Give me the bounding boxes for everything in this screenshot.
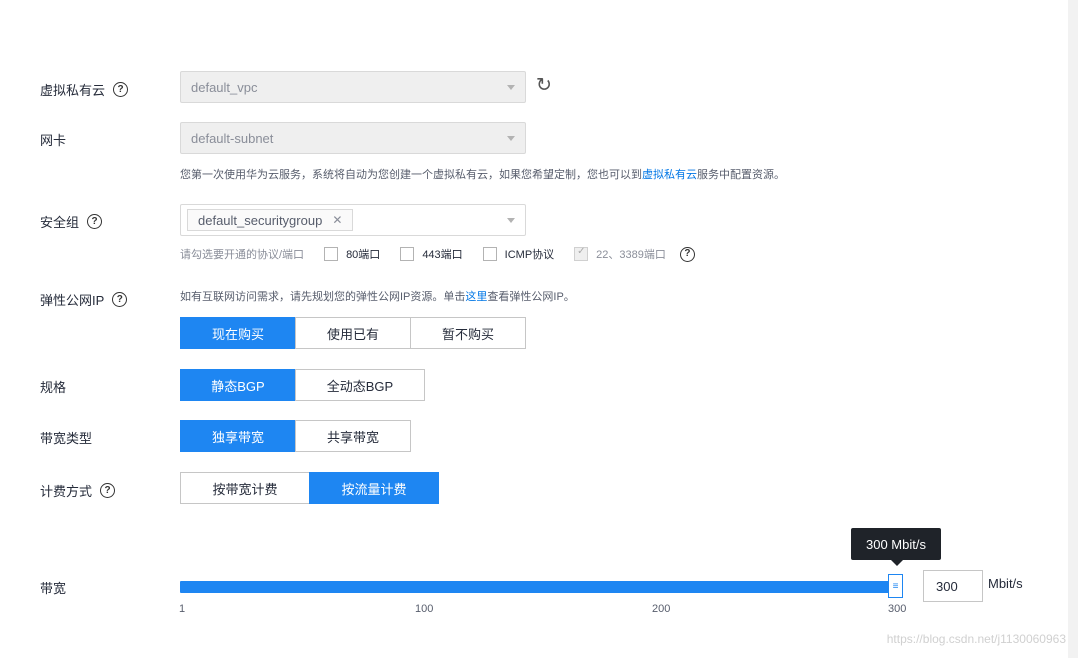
vpc-select[interactable]: default_vpc: [180, 71, 526, 103]
checkbox-icmp[interactable]: [482, 247, 497, 261]
bandwidth-type-options: 独享带宽 共享带宽: [180, 420, 411, 452]
nic-label: 网卡: [40, 133, 67, 148]
nic-select-value: default-subnet: [191, 130, 274, 146]
spec-static-bgp-button[interactable]: 静态BGP: [180, 369, 296, 401]
security-group-tag: default_securitygroup ✕: [187, 209, 354, 231]
slider-tick: 1: [179, 603, 186, 615]
vpc-label: 虚拟私有云 ?: [40, 80, 129, 99]
bandwidth-tooltip: 300 Mbit/s: [851, 528, 941, 566]
refresh-icon[interactable]: ↻: [536, 74, 552, 97]
eip-options: 现在购买 使用已有 暂不购买: [180, 317, 526, 349]
help-icon[interactable]: ?: [113, 82, 129, 97]
eip-label: 弹性公网IP ?: [40, 290, 128, 309]
bandwidth-dedicated-button[interactable]: 独享带宽: [180, 420, 296, 452]
watermark: https://blog.csdn.net/j1130060963: [886, 632, 1066, 646]
checkbox-80[interactable]: [324, 247, 339, 261]
slider-handle[interactable]: ≡: [888, 574, 903, 598]
help-icon[interactable]: ?: [100, 483, 116, 498]
chevron-down-icon: [507, 136, 515, 141]
help-icon[interactable]: ?: [112, 292, 128, 307]
bandwidth-type-label: 带宽类型: [40, 431, 93, 446]
bandwidth-unit: Mbit/s: [988, 576, 1023, 591]
scrollbar[interactable]: [1068, 0, 1078, 658]
billing-label: 计费方式 ?: [40, 481, 116, 500]
slider-tick: 200: [652, 603, 671, 615]
vpc-select-value: default_vpc: [191, 79, 258, 95]
help-icon[interactable]: ?: [87, 214, 103, 229]
port-checks: 请勾选要开通的协议/端口 80端口 443端口 ICMP协议 22、3389端口…: [180, 246, 695, 262]
security-group-label: 安全组 ?: [40, 212, 103, 231]
slider-tick: 300: [888, 603, 907, 615]
vpc-link[interactable]: 虚拟私有云: [642, 169, 697, 181]
eip-buy-now-button[interactable]: 现在购买: [180, 317, 296, 349]
nic-select[interactable]: default-subnet: [180, 122, 526, 154]
checkbox-22-3389: [574, 246, 589, 261]
spec-options: 静态BGP 全动态BGP: [180, 369, 425, 401]
slider-tick: 100: [415, 603, 434, 615]
billing-options: 按带宽计费 按流量计费: [180, 472, 439, 504]
eip-use-existing-button[interactable]: 使用已有: [295, 317, 411, 349]
bandwidth-input[interactable]: 300: [923, 570, 983, 602]
chevron-down-icon: [507, 85, 515, 90]
spec-dynamic-bgp-button[interactable]: 全动态BGP: [295, 369, 425, 401]
security-group-select[interactable]: default_securitygroup ✕: [180, 204, 526, 236]
checkbox-443[interactable]: [400, 247, 415, 261]
billing-by-bandwidth-button[interactable]: 按带宽计费: [180, 472, 310, 504]
help-icon[interactable]: ?: [679, 246, 695, 262]
spec-label: 规格: [40, 380, 67, 395]
eip-link[interactable]: 这里: [465, 291, 487, 303]
close-icon[interactable]: ✕: [332, 213, 342, 227]
nic-hint: 您第一次使用华为云服务，系统将自动为您创建一个虚拟私有云，如果您希望定制，您也可…: [180, 169, 785, 181]
eip-hint: 如有互联网访问需求，请先规划您的弹性公网IP资源。单击这里查看弹性公网IP。: [180, 291, 575, 303]
bandwidth-label: 带宽: [40, 581, 67, 596]
billing-by-traffic-button[interactable]: 按流量计费: [309, 472, 439, 504]
eip-skip-button[interactable]: 暂不购买: [410, 317, 526, 349]
chevron-down-icon: [507, 218, 515, 223]
bandwidth-shared-button[interactable]: 共享带宽: [295, 420, 411, 452]
bandwidth-slider-track[interactable]: [180, 581, 894, 593]
